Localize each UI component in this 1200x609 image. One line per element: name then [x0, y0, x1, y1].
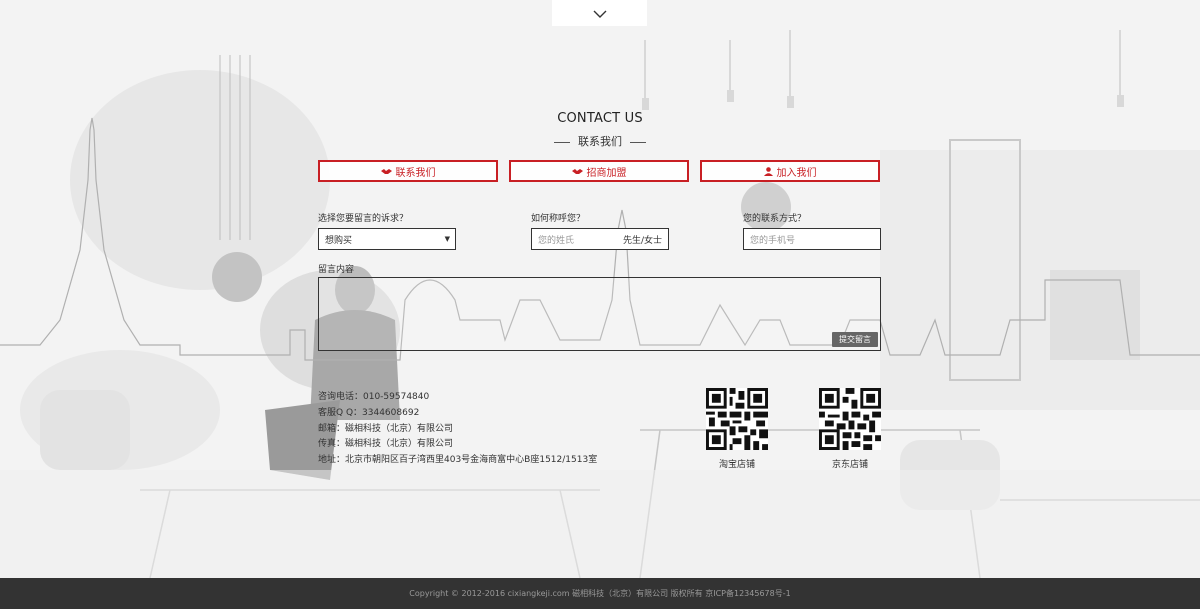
name-placeholder: 您的姓氏: [538, 235, 575, 246]
divider-line: [554, 141, 570, 143]
section-title-cn-text: 联系我们: [578, 135, 622, 148]
user-icon: [763, 166, 773, 176]
request-label: 选择您要留言的诉求？: [318, 214, 409, 224]
contact-email: 邮箱：磁相科技（北京）有限公司: [318, 423, 454, 434]
section-title-en: CONTACT US: [557, 111, 643, 126]
handshake-icon: [380, 168, 392, 175]
tab-franchise[interactable]: 招商加盟: [509, 160, 689, 182]
qr-code-taobao[interactable]: [706, 388, 768, 450]
scroll-down-button[interactable]: [552, 0, 647, 26]
contact-info: 咨询电话：010-59574840 客服Q Q：3344608692 邮箱：磁相…: [318, 390, 597, 469]
gender-select[interactable]: 先生/女士: [623, 233, 662, 246]
request-select[interactable]: 想购买 ▼: [318, 228, 456, 250]
name-label: 如何称呼您？: [531, 214, 586, 224]
footer-copyright: Copyright © 2012-2016 cixiangkeji.com 磁相…: [409, 589, 791, 598]
caret-down-icon: ▼: [444, 235, 450, 243]
qr-label-taobao: 淘宝店铺: [718, 460, 755, 470]
phone-placeholder: 您的手机号: [750, 235, 796, 246]
qr-code-jd[interactable]: [819, 388, 881, 450]
name-input[interactable]: 您的姓氏 先生/女士: [531, 228, 669, 250]
message-label: 留言内容: [318, 265, 355, 275]
contact-address: 地址：北京市朝阳区百子湾西里403号金海商富中心B座1512/1513室: [318, 455, 598, 466]
contact-fax: 传真：磁相科技（北京）有限公司: [318, 439, 454, 450]
footer: Copyright © 2012-2016 cixiangkeji.com 磁相…: [0, 578, 1200, 609]
phone-input[interactable]: 您的手机号: [743, 228, 881, 250]
request-select-value: 想购买: [325, 235, 353, 246]
tab-contact-us[interactable]: 联系我们: [318, 160, 498, 182]
contact-label: 您的联系方式？: [743, 214, 807, 224]
tab-label: 招商加盟: [586, 167, 627, 179]
message-textarea[interactable]: [318, 277, 881, 351]
divider-line: [630, 141, 646, 143]
contact-qq: 客服Q Q：3344608692: [318, 407, 420, 418]
section-title-cn: 联系我们: [0, 133, 1200, 149]
tab-join-us[interactable]: 加入我们: [700, 160, 880, 182]
chevron-down-icon: [593, 4, 607, 23]
qr-label-jd: 京东店铺: [831, 460, 868, 470]
submit-button[interactable]: 提交留言: [832, 332, 878, 347]
tab-label: 加入我们: [776, 167, 817, 179]
contact-phone: 咨询电话：010-59574840: [318, 392, 430, 402]
handshake-icon: [571, 168, 583, 175]
tab-label: 联系我们: [395, 167, 436, 179]
